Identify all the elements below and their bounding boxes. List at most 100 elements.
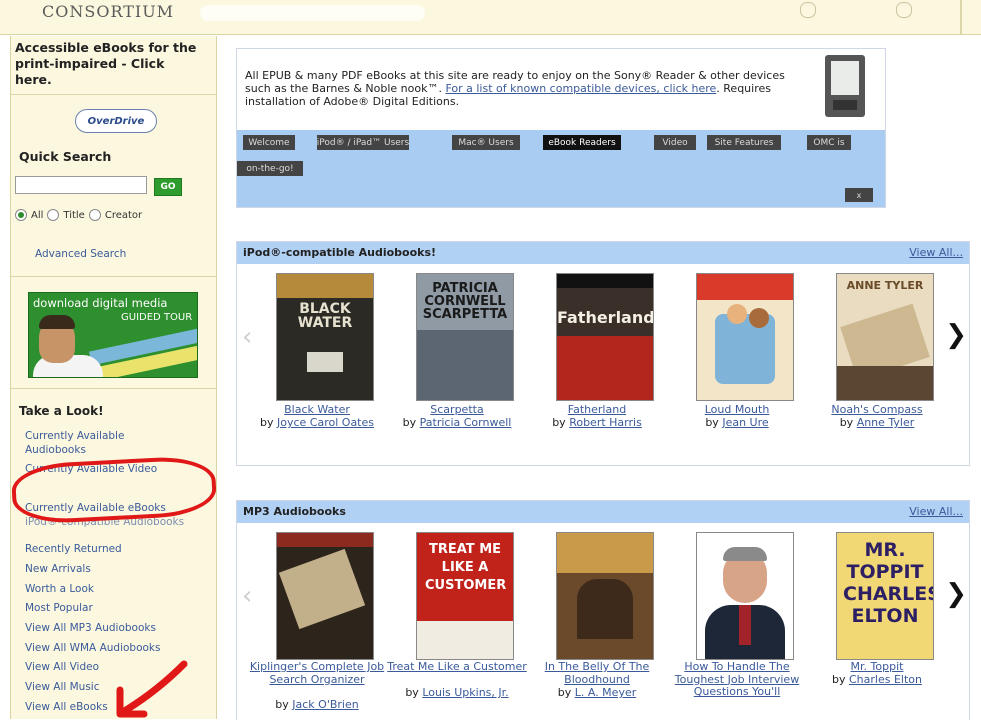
author-link[interactable]: Anne Tyler: [857, 416, 915, 429]
book-title-link[interactable]: Kiplinger's Complete Job Search Organize…: [242, 660, 392, 686]
guided-tour-banner[interactable]: download digital media GUIDED TOUR: [28, 292, 198, 378]
tab-ebook-readers[interactable]: eBook Readers: [543, 135, 621, 150]
link-view-all-wma[interactable]: View All WMA Audiobooks: [25, 642, 160, 654]
link-view-all-music[interactable]: View All Music: [25, 681, 99, 693]
tab-site-features[interactable]: Site Features: [707, 135, 781, 150]
author-link[interactable]: Joyce Carol Oates: [277, 416, 374, 429]
link-most-popular[interactable]: Most Popular: [25, 602, 93, 614]
author-link[interactable]: Patricia Cornwell: [420, 416, 512, 429]
radio-creator-label: Creator: [104, 209, 143, 221]
book-cover[interactable]: [276, 532, 374, 660]
view-all-link[interactable]: View All...: [909, 246, 963, 259]
book-title-link[interactable]: Loud Mouth: [662, 403, 812, 417]
tab-welcome[interactable]: Welcome: [243, 135, 295, 150]
tab-on-the-go[interactable]: on-the-go!: [237, 161, 303, 176]
book-author-line: by Louis Upkins, Jr.: [382, 686, 532, 700]
tab-ipod-ipad[interactable]: iPod® / iPad™ Users: [317, 135, 409, 150]
top-header: CONSORTIUM: [0, 0, 981, 35]
book-cover[interactable]: BLACK WATER: [276, 273, 374, 401]
book-cover[interactable]: PATRICIA CORNWELL SCARPETTA: [416, 273, 514, 401]
chevron-right-icon[interactable]: ❯: [945, 579, 967, 609]
book-cover[interactable]: ANNE TYLER: [836, 273, 934, 401]
book-title-link[interactable]: Mr. Toppit: [802, 660, 952, 674]
device-info-box: All EPUB & many PDF eBooks at this site …: [236, 48, 886, 208]
book-title-link[interactable]: In The Belly Of The Bloodhound: [522, 660, 672, 686]
radio-title-label: Title: [63, 209, 85, 221]
view-all-link[interactable]: View All...: [909, 505, 963, 518]
author-link[interactable]: Jean Ure: [722, 416, 768, 429]
cover-title: TREAT ME LIKE A CUSTOMER: [425, 542, 507, 593]
chevron-left-icon[interactable]: ‹: [242, 322, 252, 352]
quick-search-input[interactable]: [15, 176, 147, 194]
tab-video[interactable]: Video: [654, 135, 696, 150]
section-title: MP3 Audiobooks: [243, 505, 346, 518]
book-title-link[interactable]: Scarpetta: [382, 403, 532, 417]
tab-omc[interactable]: OMC is: [807, 135, 851, 150]
compatible-devices-link[interactable]: For a list of known compatible devices, …: [445, 82, 716, 95]
book-author-line: by Patricia Cornwell: [382, 416, 532, 430]
book-author-line: by Anne Tyler: [802, 416, 952, 430]
mp3-audiobooks-section: MP3 Audiobooks View All... ‹ ❯ Kiplinger…: [236, 500, 970, 720]
section-title: iPod®-compatible Audiobooks!: [243, 246, 437, 259]
book-title-link[interactable]: Black Water: [242, 403, 392, 417]
book-author-line: by Jean Ure: [662, 416, 812, 430]
go-button[interactable]: GO: [154, 178, 182, 196]
header-divider: [960, 0, 962, 34]
radio-title[interactable]: [47, 209, 60, 221]
link-view-all-ebooks[interactable]: View All eBooks: [25, 701, 108, 713]
book-cover[interactable]: Fatherland: [556, 273, 654, 401]
link-recently-returned[interactable]: Recently Returned: [25, 543, 122, 555]
author-link[interactable]: L. A. Meyer: [575, 686, 637, 699]
by-label: by: [839, 416, 854, 429]
tab-mac-users[interactable]: Mac® Users: [452, 135, 520, 150]
advanced-search-link[interactable]: Advanced Search: [35, 248, 126, 260]
author-link[interactable]: Jack O'Brien: [292, 698, 358, 711]
cover-title: Fatherland: [557, 308, 654, 327]
overdrive-logo[interactable]: OverDrive: [75, 109, 157, 133]
author-link[interactable]: Louis Upkins, Jr.: [422, 686, 508, 699]
book-title-link[interactable]: Noah's Compass: [802, 403, 952, 417]
sidebar: Accessible eBooks for the print-impaired…: [10, 36, 217, 719]
accessible-line: Accessible eBooks for the: [15, 40, 197, 55]
chevron-left-icon[interactable]: ‹: [242, 581, 252, 611]
book-author-line: by L. A. Meyer: [522, 686, 672, 700]
close-button[interactable]: x: [845, 188, 873, 202]
link-ipod-audiobooks[interactable]: iPod®-compatible Audiobooks: [25, 516, 184, 528]
consortium-logo[interactable]: CONSORTIUM: [42, 2, 174, 21]
link-worth-a-look[interactable]: Worth a Look: [25, 583, 94, 595]
quick-search-title: Quick Search: [19, 149, 112, 164]
accessible-ebooks-link[interactable]: Accessible eBooks for the print-impaired…: [15, 40, 213, 88]
link-new-arrivals[interactable]: New Arrivals: [25, 563, 91, 575]
radio-all-label: All: [31, 209, 44, 221]
by-label: by: [832, 673, 846, 686]
search-scope-radios: All Title Creator: [15, 209, 142, 221]
section-header: iPod®-compatible Audiobooks! View All...: [237, 242, 969, 264]
link-currently-available-ebooks[interactable]: Currently Available eBooks: [25, 502, 166, 514]
link-view-all-video[interactable]: View All Video: [25, 661, 99, 673]
chevron-right-icon[interactable]: ❯: [945, 320, 967, 350]
book-title-link[interactable]: Fatherland: [522, 403, 672, 417]
radio-creator[interactable]: [88, 209, 101, 221]
by-label: by: [402, 416, 417, 429]
divider: [11, 276, 216, 277]
author-link[interactable]: Charles Elton: [849, 673, 922, 686]
book-cover[interactable]: [696, 532, 794, 660]
author-link[interactable]: Robert Harris: [569, 416, 642, 429]
book-title-link[interactable]: Treat Me Like a Customer: [382, 660, 532, 674]
book-title-link[interactable]: How To Handle The Toughest Job Interview…: [662, 660, 812, 699]
banner-subline: GUIDED TOUR: [121, 312, 193, 323]
book-cover[interactable]: [696, 273, 794, 401]
book-cover[interactable]: TREAT ME LIKE A CUSTOMER: [416, 532, 514, 660]
by-label: by: [552, 416, 566, 429]
link-currently-available-audiobooks[interactable]: Currently Available Audiobooks: [25, 429, 175, 457]
book-cover[interactable]: MR. TOPPIT CHARLES ELTON: [836, 532, 934, 660]
header-circle-icon: [800, 2, 816, 18]
book-cover[interactable]: [556, 532, 654, 660]
link-view-all-mp3[interactable]: View All MP3 Audiobooks: [25, 622, 156, 634]
link-currently-available-video[interactable]: Currently Available Video: [25, 463, 157, 475]
reader-screen: [831, 61, 859, 95]
header-circle-icon: [896, 2, 912, 18]
radio-all[interactable]: [15, 209, 27, 221]
cover-title: ANNE TYLER: [846, 279, 924, 292]
banner-person-hair: [39, 315, 75, 329]
